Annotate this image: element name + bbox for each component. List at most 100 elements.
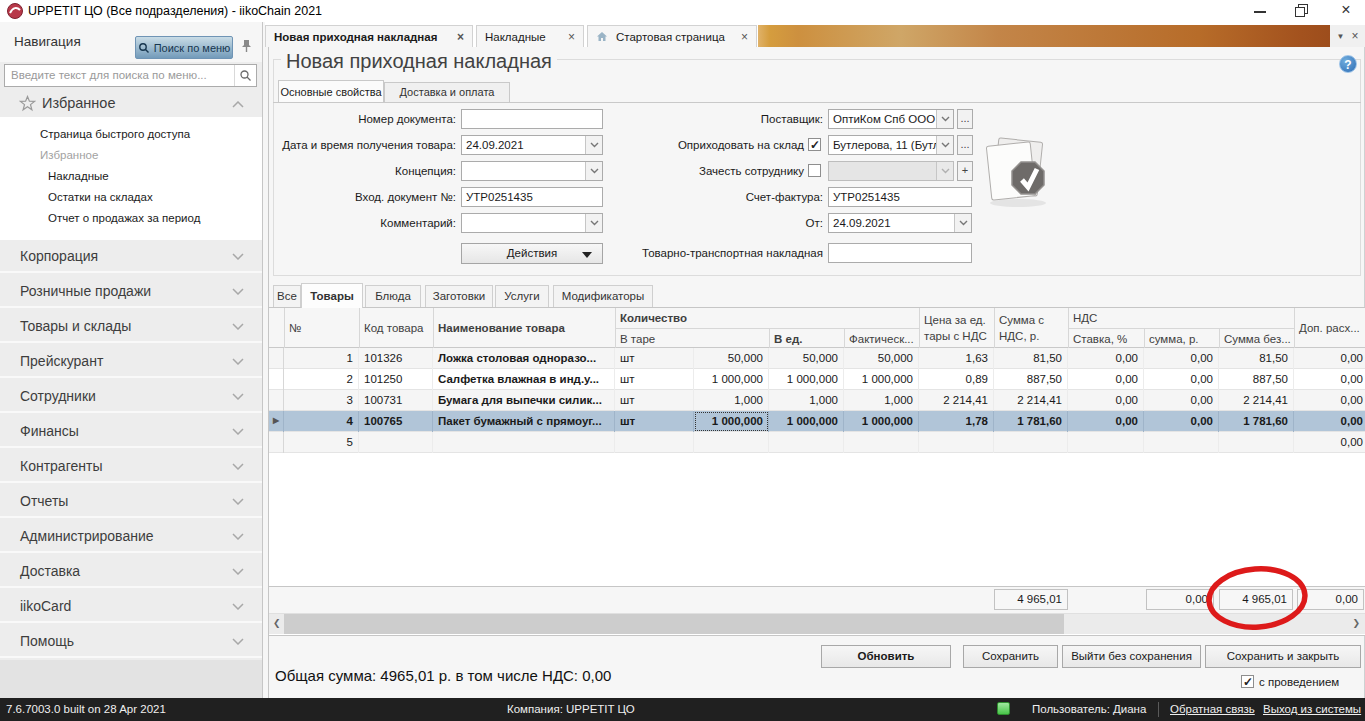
tab-close-icon[interactable]: × — [568, 30, 575, 44]
dropdown-arrow-icon[interactable] — [954, 214, 971, 232]
minimize-button[interactable] — [1245, 0, 1275, 22]
nav-section-9[interactable]: Доставка — [0, 555, 262, 588]
header-tare[interactable]: В таре — [615, 328, 769, 348]
nav-section-5[interactable]: Финансы — [0, 415, 262, 448]
cell[interactable]: 0,00 — [1294, 411, 1365, 432]
header-vat-rate[interactable]: Ставка, % — [1068, 328, 1144, 348]
cell[interactable]: 81,50 — [994, 348, 1068, 369]
favorites-item[interactable]: Накладные — [48, 170, 109, 182]
subtab-main-properties[interactable]: Основные свойства — [278, 80, 384, 102]
cell[interactable]: 50,000 — [769, 348, 844, 369]
scroll-left-icon[interactable]: ❮ — [273, 618, 281, 628]
nav-section-6[interactable]: Контрагенты — [0, 450, 262, 483]
cell[interactable]: 0,89 — [919, 369, 994, 390]
cell[interactable]: Салфетка влажная в инд.у... — [433, 369, 615, 390]
table-row[interactable]: 1101326Ложка столовая одноразо...шт50,00… — [269, 348, 1365, 369]
grid-tab-dishes[interactable]: Блюда — [365, 285, 421, 307]
grid-tab-services[interactable]: Услуги — [495, 285, 549, 307]
nav-section-1[interactable]: Розничные продажи — [0, 275, 262, 308]
nav-section-11[interactable]: Помощь — [0, 625, 262, 658]
cell[interactable]: Пакет бумажный с прямоуг... — [433, 411, 615, 432]
cell[interactable]: 1,63 — [919, 348, 994, 369]
cell[interactable]: 3 — [284, 390, 359, 411]
warehouse-browse-button[interactable]: ... — [957, 135, 973, 155]
cell[interactable]: 101326 — [359, 348, 433, 369]
table-row[interactable]: 50,00 — [269, 432, 1365, 453]
header-name[interactable]: Наименование товара — [433, 308, 615, 348]
cell[interactable]: 1 000,000 — [694, 411, 769, 432]
warehouse-checkbox[interactable]: ✓ — [808, 138, 821, 151]
scroll-right-icon[interactable]: ❯ — [1352, 618, 1360, 628]
menu-search-button[interactable]: Поиск по меню — [135, 36, 233, 59]
post-checkbox[interactable]: ✓ — [1241, 675, 1254, 688]
cell[interactable]: 0,00 — [1068, 369, 1144, 390]
header-vat-group[interactable]: НДС — [1068, 308, 1294, 328]
cell[interactable]: 0,00 — [1294, 432, 1365, 453]
header-sum[interactable]: Сумма с НДС, р. — [994, 308, 1068, 348]
cell[interactable]: 2 214,41 — [1219, 390, 1294, 411]
grid-tab-goods[interactable]: Товары — [301, 283, 363, 308]
nav-section-3[interactable]: Прейскурант — [0, 345, 262, 378]
header-code[interactable]: Код товара — [359, 308, 433, 348]
table-row[interactable]: ▶4100765Пакет бумажный с прямоуг...шт1 0… — [269, 411, 1365, 432]
tab-close-icon[interactable]: × — [741, 30, 748, 44]
nav-section-7[interactable]: Отчеты — [0, 485, 262, 518]
cell[interactable]: 1 781,60 — [1219, 411, 1294, 432]
header-fact[interactable]: Фактическ... — [844, 328, 919, 348]
tab-strip-close-icon[interactable]: × — [1351, 29, 1358, 43]
cell[interactable] — [1219, 432, 1294, 453]
header-vat-sum[interactable]: сумма, р. — [1144, 328, 1219, 348]
close-button[interactable]: × — [1331, 0, 1361, 22]
dropdown-arrow-icon[interactable] — [936, 136, 953, 154]
tab-invoices[interactable]: Накладные × — [476, 25, 584, 47]
cell[interactable]: 1,000 — [694, 390, 769, 411]
cell[interactable]: 0,00 — [1068, 390, 1144, 411]
from-date-field[interactable]: 24.09.2021 — [828, 213, 972, 233]
favorites-section-header[interactable]: Избранное — [0, 90, 262, 117]
favorites-item[interactable]: Отчет о продажах за период — [48, 212, 200, 224]
scrollbar-thumb[interactable] — [284, 614, 1064, 634]
cell[interactable]: 50,000 — [844, 348, 919, 369]
refresh-button[interactable]: Обновить — [821, 645, 951, 668]
cell[interactable]: 1 — [284, 348, 359, 369]
cell[interactable]: 101250 — [359, 369, 433, 390]
favorites-item[interactable]: Страница быстрого доступа — [40, 128, 190, 140]
save-and-close-button[interactable]: Сохранить и закрыть — [1205, 645, 1361, 668]
nav-section-0[interactable]: Корпорация — [0, 240, 262, 273]
cell[interactable]: 1 000,000 — [844, 411, 919, 432]
cell[interactable]: 1 000,000 — [769, 411, 844, 432]
employee-checkbox[interactable] — [808, 164, 821, 177]
cell[interactable]: 100731 — [359, 390, 433, 411]
cell[interactable]: 887,50 — [994, 369, 1068, 390]
header-unit[interactable]: В ед. — [769, 328, 844, 348]
cell[interactable]: 0,00 — [1068, 348, 1144, 369]
invoice-field[interactable]: УТР0251435 — [828, 187, 972, 207]
cell[interactable]: 100765 — [359, 411, 433, 432]
cell[interactable]: 0,00 — [1294, 390, 1365, 411]
cell[interactable]: шт — [615, 348, 694, 369]
tab-new-invoice[interactable]: Новая приходная накладная × — [265, 25, 473, 47]
cell[interactable]: 1,78 — [919, 411, 994, 432]
cell[interactable]: 1,000 — [769, 390, 844, 411]
cell[interactable]: 0,00 — [1294, 369, 1365, 390]
header-no[interactable]: № — [284, 308, 359, 348]
cell[interactable]: 5 — [284, 432, 359, 453]
cell[interactable]: 81,50 — [1219, 348, 1294, 369]
employee-add-button[interactable]: + — [957, 161, 973, 181]
header-extra[interactable]: Доп. расх... — [1294, 308, 1365, 348]
tab-list-dropdown-icon[interactable]: ▼ — [1337, 32, 1345, 41]
table-row[interactable]: 3100731Бумага для выпечки силик...шт1,00… — [269, 390, 1365, 411]
cell[interactable]: 0,00 — [1144, 390, 1219, 411]
nav-section-8[interactable]: Администрирование — [0, 520, 262, 553]
cell[interactable]: 1 000,000 — [769, 369, 844, 390]
cell[interactable] — [359, 432, 433, 453]
header-qty-group[interactable]: Количество — [615, 308, 919, 328]
exit-without-save-button[interactable]: Выйти без сохранения — [1062, 645, 1201, 668]
cell[interactable]: 2 214,41 — [919, 390, 994, 411]
cell[interactable] — [1068, 432, 1144, 453]
menu-search-input[interactable]: Введите текст для поиска по меню... — [4, 64, 257, 87]
cell[interactable]: 1 000,000 — [844, 369, 919, 390]
warehouse-field[interactable]: Бутлерова, 11 (Бутле — [828, 135, 954, 155]
restore-button[interactable] — [1287, 0, 1317, 22]
cell[interactable] — [433, 432, 615, 453]
